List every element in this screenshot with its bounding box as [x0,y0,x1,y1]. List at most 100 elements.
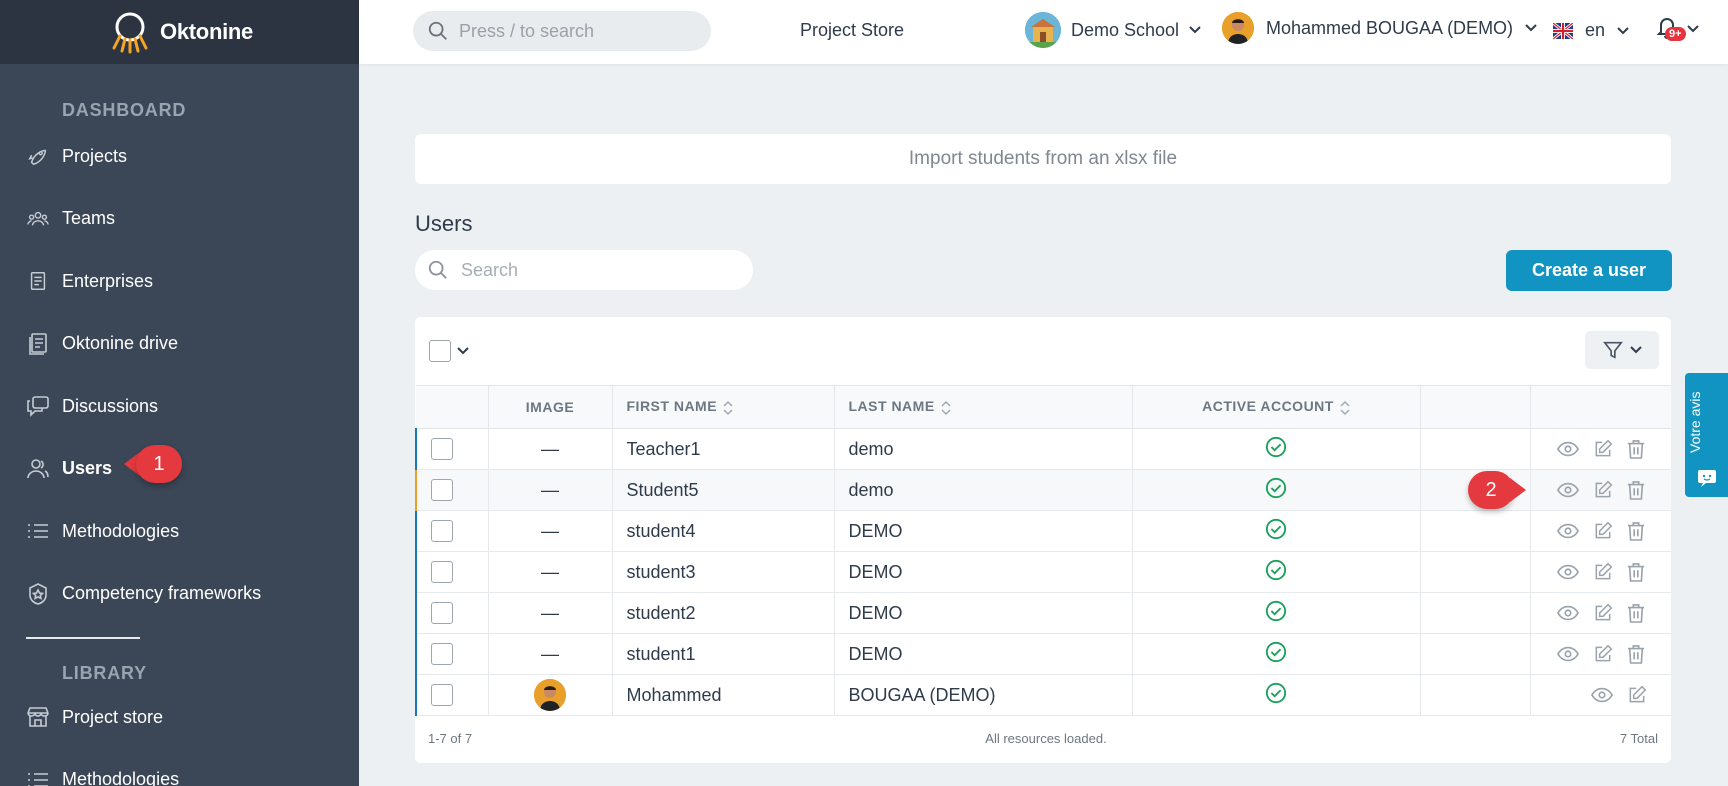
chevron-down-icon[interactable] [457,347,469,355]
sort-icon[interactable] [1340,400,1350,416]
delete-icon[interactable] [1627,480,1645,500]
bulk-select[interactable] [429,340,469,362]
list-icon [26,768,50,786]
feedback-tab[interactable]: Votre avis [1685,373,1728,497]
row-checkbox[interactable] [431,643,453,665]
column-header-last-name[interactable]: LAST NAME [833,385,1132,429]
edit-icon[interactable] [1593,603,1613,623]
language-selector[interactable]: en [1553,20,1629,41]
sort-icon[interactable] [941,400,951,416]
image-cell: — [487,633,612,675]
global-search[interactable] [413,11,711,51]
sidebar-item-teams[interactable]: Teams [0,188,359,251]
view-icon[interactable] [1556,564,1579,580]
row-checkbox[interactable] [431,520,453,542]
sidebar-item-label: Projects [62,145,128,166]
row-select-cell [415,551,488,593]
empty-image-placeholder: — [541,602,559,623]
row-checkbox[interactable] [431,561,453,583]
table-row[interactable]: — Teacher1 demo [415,428,1672,470]
view-icon[interactable] [1556,646,1579,662]
view-icon[interactable] [1556,482,1579,498]
users-search-input[interactable] [461,259,721,281]
avatar [534,679,566,711]
pagination-range: 1-7 of 7 [428,730,473,746]
load-status: All resources loaded. [985,730,1107,746]
sidebar-item-competency-frameworks[interactable]: Competency frameworks [0,563,359,626]
row-checkbox[interactable] [431,479,453,501]
table-footer: 1-7 of 7 All resources loaded. 7 Total [415,716,1671,760]
project-store-link[interactable]: Project Store [800,20,904,41]
active-account-cell [1131,428,1420,470]
image-cell: — [487,428,612,470]
table-row[interactable]: Mohammed BOUGAA (DEMO) [415,674,1671,716]
row-actions [1545,562,1672,582]
sidebar-item-discussions[interactable]: Discussions [0,375,359,438]
users-icon [26,457,50,481]
sidebar-item-library-methodologies[interactable]: Methodologies [0,749,359,786]
language-code: en [1585,20,1606,40]
view-icon[interactable] [1590,687,1613,703]
create-user-button[interactable]: Create a user [1506,250,1672,291]
row-checkbox[interactable] [431,684,453,706]
empty-cell [1419,428,1530,470]
check-circle-icon [1265,518,1287,539]
top-bar: Project Store Demo School Mohammed BOUGA… [359,0,1728,64]
sort-icon[interactable] [723,400,733,416]
sidebar-item-project-store[interactable]: Project store [0,686,359,749]
notifications-button[interactable]: 9+ [1655,14,1699,48]
table-row[interactable]: — student1 DEMO [415,633,1671,675]
delete-icon[interactable] [1627,603,1645,623]
edit-icon[interactable] [1593,562,1613,582]
chevron-down-icon [1525,24,1537,32]
sidebar-item-label: Enterprises [62,270,154,291]
library-section-title: LIBRARY [62,663,147,683]
row-actions [1545,521,1672,541]
actions-cell [1529,551,1672,593]
delete-icon[interactable] [1627,439,1645,459]
edit-icon[interactable] [1593,480,1613,500]
column-header-active-account[interactable]: ACTIVE ACCOUNT [1131,385,1420,429]
sidebar-item-enterprises[interactable]: Enterprises [0,250,359,313]
delete-icon[interactable] [1627,644,1645,664]
users-search[interactable] [415,250,753,290]
table-row[interactable]: — student4 DEMO [415,510,1672,552]
sidebar-item-methodologies[interactable]: Methodologies [0,500,359,563]
sidebar-item-label: Discussions [62,395,159,416]
filter-button[interactable] [1585,331,1659,369]
row-checkbox[interactable] [431,602,453,624]
delete-icon[interactable] [1627,562,1645,582]
view-icon[interactable] [1556,523,1579,539]
edit-icon[interactable] [1627,685,1647,705]
select-all-checkbox[interactable] [429,340,451,362]
column-header-first-name[interactable]: FIRST NAME [611,385,834,429]
view-icon[interactable] [1556,605,1579,621]
empty-cell [1419,551,1530,593]
empty-cell [1419,510,1530,552]
actions-cell [1529,510,1672,552]
view-icon[interactable] [1556,441,1579,457]
global-search-input[interactable] [459,20,699,42]
school-name: Demo School [1071,19,1180,40]
callout-number: 2 [1468,471,1514,509]
image-cell: — [487,551,612,593]
row-actions [1545,439,1672,459]
edit-icon[interactable] [1593,521,1613,541]
sidebar-item-projects[interactable]: Projects [0,125,359,188]
import-students-button[interactable]: Import students from an xlsx file [415,134,1671,184]
table-row[interactable]: — student3 DEMO [415,551,1672,593]
delete-icon[interactable] [1627,521,1645,541]
image-cell: — [487,510,612,552]
row-select-cell [415,633,488,675]
user-menu[interactable]: Mohammed BOUGAA (DEMO) [1222,12,1537,44]
row-checkbox[interactable] [431,438,453,460]
actions-cell [1529,428,1672,470]
school-selector[interactable]: Demo School [1025,12,1201,48]
column-header-label: ACTIVE ACCOUNT [1202,398,1334,415]
last-name-cell: DEMO [833,633,1132,675]
edit-icon[interactable] [1593,439,1613,459]
edit-icon[interactable] [1593,644,1613,664]
table-row[interactable]: — student2 DEMO [415,592,1671,634]
sidebar-item-oktonine-drive[interactable]: Oktonine drive [0,313,359,376]
brand[interactable]: Oktonine [0,0,359,64]
